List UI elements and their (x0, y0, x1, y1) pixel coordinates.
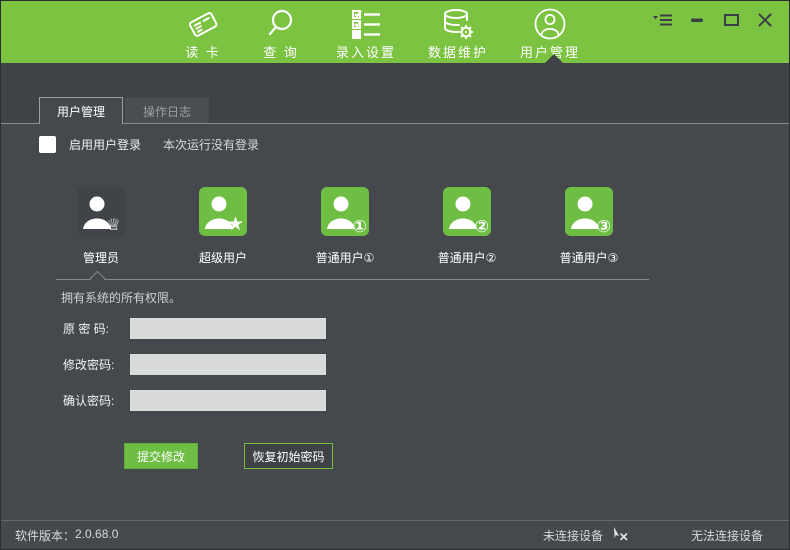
normal-user-1-tile: ① (321, 187, 369, 236)
form-row-confirm-password: 确认密码: (63, 390, 326, 411)
window-controls (653, 11, 775, 29)
main-nav: 读 卡 查 询 (164, 7, 596, 61)
submit-changes-button[interactable]: 提交修改 (124, 443, 198, 469)
form-actions: 提交修改 恢复初始密码 (124, 443, 333, 469)
admin-tile: ♕ (77, 187, 125, 236)
device-disconnected-icon (611, 525, 629, 545)
user-management-panel: 启用用户登录 本次运行没有登录 ♕ 管理员 (1, 124, 789, 522)
enable-login-checkbox[interactable] (39, 136, 56, 153)
database-gear-icon (441, 7, 475, 41)
old-password-input[interactable] (130, 318, 326, 339)
user-label: 普通用户② (438, 249, 497, 266)
user-tile-admin[interactable]: ♕ 管理员 (40, 187, 162, 266)
tab-user-management[interactable]: 用户管理 (39, 97, 123, 124)
tab-label: 用户管理 (57, 103, 105, 120)
tab-bar: 用户管理 操作日志 (1, 97, 789, 124)
login-option-row: 启用用户登录 本次运行没有登录 (39, 136, 259, 153)
tab-label: 操作日志 (143, 103, 191, 120)
number-1-icon: ① (353, 218, 367, 235)
user-tile-normal-3[interactable]: ③ 普通用户③ (528, 187, 650, 266)
new-password-label: 修改密码: (63, 356, 127, 373)
login-status-text: 本次运行没有登录 (163, 136, 259, 153)
user-label: 普通用户③ (560, 249, 619, 266)
sub-header-strip (1, 63, 789, 97)
user-tile-normal-1[interactable]: ① 普通用户① (284, 187, 406, 266)
card-reader-icon (186, 7, 220, 41)
user-label: 超级用户 (199, 249, 247, 266)
permission-description: 拥有系统的所有权限。 (61, 289, 181, 306)
user-circle-icon (533, 7, 567, 41)
nav-label: 查 询 (263, 42, 299, 61)
number-2-icon: ② (475, 218, 489, 235)
crown-icon: ♕ (107, 218, 121, 234)
form-row-old-password: 原 密 码: (63, 318, 326, 339)
nav-label: 读 卡 (185, 42, 221, 61)
star-icon: ★ (227, 215, 244, 234)
status-bar: 软件版本： 2.0.68.0 未连接设备 无法连接设备 (1, 520, 789, 549)
main-toolbar: 读 卡 查 询 (1, 1, 789, 63)
connection-status-text: 无法连接设备 (691, 527, 763, 544)
confirm-password-label: 确认密码: (63, 392, 127, 409)
maximize-icon[interactable] (721, 11, 741, 29)
form-row-new-password: 修改密码: (63, 354, 326, 375)
old-password-label: 原 密 码: (63, 320, 127, 337)
password-form: 原 密 码: 修改密码: 确认密码: (63, 318, 326, 426)
normal-user-2-tile: ② (443, 187, 491, 236)
number-3-icon: ③ (597, 218, 611, 235)
user-tile-super[interactable]: ★ 超级用户 (162, 187, 284, 266)
confirm-password-input[interactable] (130, 390, 326, 411)
active-nav-notch (545, 54, 563, 63)
normal-user-3-tile: ③ (565, 187, 613, 236)
user-label: 管理员 (83, 249, 119, 266)
new-password-input[interactable] (130, 354, 326, 375)
user-tile-normal-2[interactable]: ② 普通用户② (406, 187, 528, 266)
enable-login-label: 启用用户登录 (69, 136, 141, 153)
minimize-icon[interactable] (687, 11, 707, 29)
nav-label: 录入设置 (336, 42, 396, 61)
device-status-text: 未连接设备 (543, 527, 603, 544)
nav-item-query[interactable]: 查 询 (242, 7, 320, 61)
nav-label: 数据维护 (428, 42, 488, 61)
search-icon (264, 7, 298, 41)
version-label: 软件版本： (15, 527, 75, 544)
user-label: 普通用户① (316, 249, 375, 266)
nav-item-read-card[interactable]: 读 卡 (164, 7, 242, 61)
nav-item-entry-settings[interactable]: 录入设置 (320, 7, 412, 61)
super-user-tile: ★ (199, 187, 247, 236)
close-icon[interactable] (755, 11, 775, 29)
status-right: 未连接设备 无法连接设备 (543, 525, 789, 545)
nav-item-data-maintenance[interactable]: 数据维护 (412, 7, 504, 61)
software-version: 软件版本： 2.0.68.0 (15, 527, 118, 544)
entry-settings-icon (349, 7, 383, 41)
selected-user-caret (90, 271, 106, 287)
user-type-selector: ♕ 管理员 ★ 超级用户 (40, 187, 650, 266)
menu-icon[interactable] (653, 11, 673, 29)
tab-operation-log[interactable]: 操作日志 (125, 98, 209, 124)
restore-default-password-button[interactable]: 恢复初始密码 (244, 443, 333, 469)
selection-divider (56, 279, 649, 280)
app-window: 读 卡 查 询 (0, 0, 790, 550)
nav-item-user-management[interactable]: 用户管理 (504, 7, 596, 61)
version-value: 2.0.68.0 (75, 527, 118, 544)
